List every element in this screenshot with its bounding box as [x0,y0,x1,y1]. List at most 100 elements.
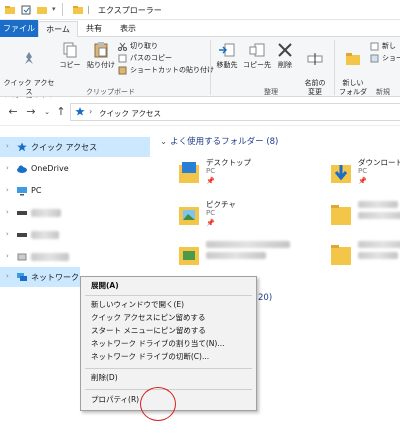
drive-icon [17,233,27,237]
new-folder-button[interactable]: 新しい フォルダー [337,41,369,106]
folder-tile[interactable]: ダウンロード PC 📌 [302,153,400,193]
redacted-label [358,241,400,248]
scissors-icon [118,42,127,51]
copy-path-button[interactable]: パスのコピー [118,53,172,64]
redacted-label [206,241,290,248]
pictures-folder-icon [179,207,199,225]
nav-item-usb[interactable]: › [0,247,150,267]
move-to-button[interactable]: 移動先 [213,41,241,70]
copy-to-icon [249,43,265,57]
new-folder-icon[interactable] [36,4,48,16]
chevron-right-icon[interactable]: › [6,142,9,150]
menu-item-delete[interactable]: 削除(D) [91,372,118,384]
chevron-right-icon[interactable]: › [6,272,9,280]
chevron-right-icon[interactable]: › [6,186,9,194]
redacted-label [358,201,398,208]
drive-icon [17,211,27,215]
address-bar[interactable]: › クイック アクセス [70,103,400,121]
folder-icon [331,205,351,225]
nav-item-label: PC [31,186,42,195]
group-separator [210,40,211,95]
chevron-right-icon[interactable]: › [6,208,9,216]
new-item-button[interactable]: 新し [370,41,396,52]
redacted-label [358,212,400,219]
recent-locations-icon[interactable]: ⌄ [40,105,54,119]
star-icon [17,142,27,152]
customize-qa-icon[interactable]: ▾ [52,5,56,13]
folder-tile[interactable]: ピクチャ PC 📌 [150,195,270,235]
copy-path-icon [118,54,127,63]
tab-view[interactable]: 表示 [112,21,144,36]
delete-label: 削除 [278,61,292,69]
highlight-circle [140,387,176,421]
nav-item-label: ネットワーク [31,273,79,282]
new-group-label: 新規 [376,88,390,96]
paste-shortcut-button[interactable]: ショートカットの貼り付け [118,65,214,76]
section-header[interactable]: ⌄ よく使用するフォルダー (8) [160,135,278,147]
menu-item-pin-quick-access[interactable]: クイック アクセスにピン留めする [91,312,206,324]
menu-item-expand[interactable]: 展開(A) [91,280,119,292]
nav-item-drive[interactable]: › [0,225,150,245]
up-arrow-icon[interactable]: ↑ [54,105,68,119]
nav-item-network[interactable]: › ネットワーク [0,267,80,287]
section-fragment: 20) [258,293,273,303]
properties-icon[interactable] [20,4,32,16]
redacted-label [31,209,61,217]
copy-to-label: コピー先 [243,61,271,69]
copy-label: コピー [59,61,81,69]
breadcrumb-chevron-icon[interactable]: › [89,107,92,116]
network-icon [17,273,27,281]
menu-separator [85,368,252,369]
nav-item-onedrive[interactable]: › OneDrive [0,159,150,179]
menu-item-disconnect-network-drive[interactable]: ネットワーク ドライブの切断(C)... [91,351,209,363]
cloud-icon [17,165,27,173]
chevron-right-icon[interactable]: › [6,164,9,172]
menu-item-properties[interactable]: プロパティ(R) [91,394,139,406]
nav-item-quick-access[interactable]: › クイック アクセス [0,137,150,157]
copy-icon [63,42,77,58]
copy-button[interactable]: コピー [57,41,83,70]
pin-icon [25,52,33,64]
paste-button[interactable]: 貼り付け [85,41,117,70]
navigation-bar: ← → ⌄ ↑ › クイック アクセス [0,98,400,126]
tab-home[interactable]: ホーム [38,21,78,38]
cut-button[interactable]: 切り取り [118,41,158,52]
folder-tile[interactable] [302,235,400,275]
menu-item-pin-start[interactable]: スタート メニューにピン留めする [91,325,206,337]
delete-button[interactable]: 削除 [273,41,297,70]
chevron-down-icon: ⌄ [160,137,168,147]
folder-icon [73,6,83,14]
chevron-right-icon[interactable]: › [6,252,9,260]
rename-label: 名前の 変更 [304,79,326,96]
copy-path-label: パスのコピー [130,54,172,62]
forward-arrow-icon[interactable]: → [24,105,38,119]
tab-share[interactable]: 共有 [78,21,110,36]
download-folder-icon [331,165,351,183]
nav-item-pc[interactable]: › PC [0,181,150,201]
separator-bar: | [87,5,90,14]
menu-item-map-network-drive[interactable]: ネットワーク ドライブの割り当て(N)... [91,338,225,350]
easy-access-button[interactable]: ショー [370,53,400,64]
ribbon-tabs: ファイル ホーム 共有 表示 [0,20,400,38]
menu-separator [85,295,252,296]
pin-quick-access-button[interactable]: クイック アクセス にピン留めする [3,41,55,106]
folder-tile[interactable] [150,235,290,275]
redacted-label [31,253,69,261]
chevron-right-icon[interactable]: › [6,230,9,238]
back-arrow-icon[interactable]: ← [6,105,20,119]
tab-file[interactable]: ファイル [0,20,38,37]
breadcrumb[interactable]: クイック アクセス [99,108,161,119]
paste-icon [94,42,108,58]
move-to-icon [219,43,235,57]
rename-button[interactable]: 名前の 変更 [299,41,331,97]
menu-item-open-new-window[interactable]: 新しいウィンドウで開く(E) [91,299,184,311]
monitor-icon [17,187,27,196]
folder-tile[interactable]: デスクトップ PC 📌 [150,153,270,193]
nav-item-drive[interactable]: › [0,203,150,223]
copy-to-button[interactable]: コピー先 [243,41,271,70]
new-item-icon [370,42,379,51]
folder-tile[interactable] [302,195,400,235]
pin-icon: 📌 [206,219,215,227]
folder-location: PC [206,209,216,217]
clipboard-group-label: クリップボード [86,88,135,96]
